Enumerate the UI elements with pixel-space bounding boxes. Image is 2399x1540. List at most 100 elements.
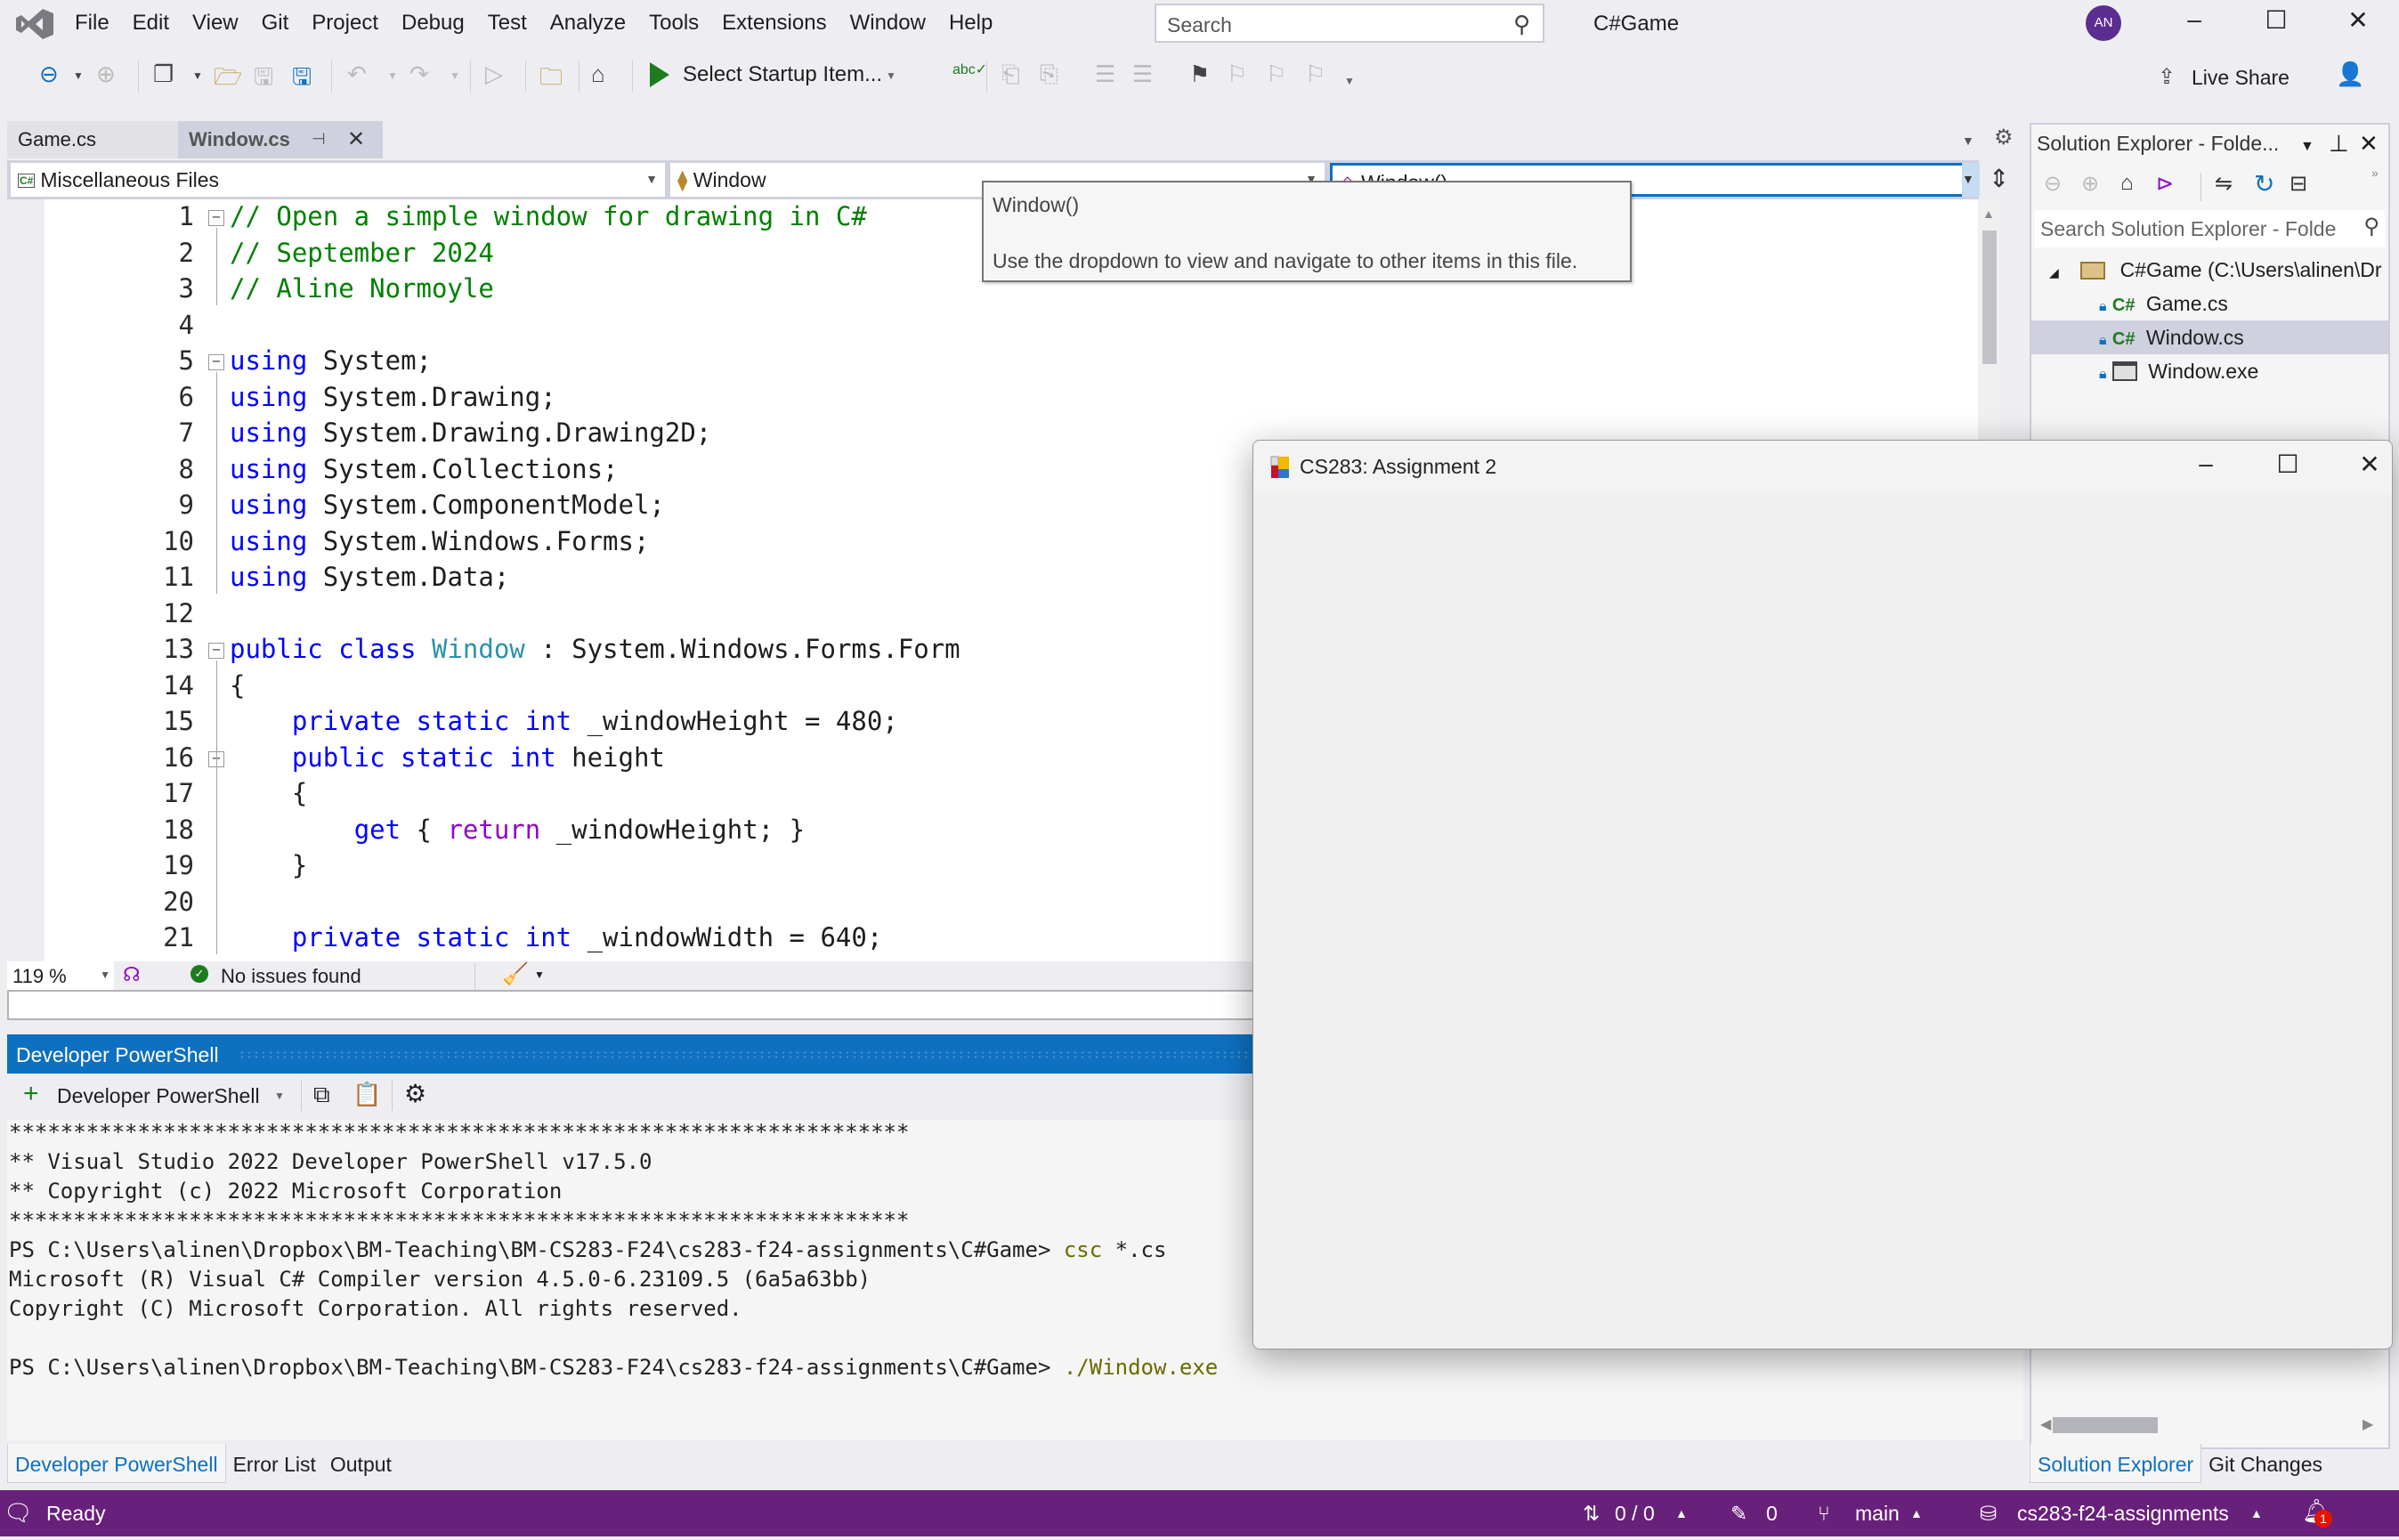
sync-count[interactable]: 0 / 0 — [1615, 1502, 1655, 1526]
user-avatar[interactable]: AN — [2086, 5, 2121, 41]
tree-item-window-cs[interactable]: 🔒︎ C# Window.cs — [2031, 320, 2388, 354]
spell-check-icon[interactable]: abc✓ — [952, 61, 987, 78]
sync-menu-icon[interactable]: ▲ — [1675, 1506, 1688, 1520]
live-share-button[interactable]: Live Share — [2192, 66, 2290, 90]
bookmark-icon[interactable]: ⚑ — [1189, 61, 1210, 88]
comment-icon[interactable]: ⎗ — [1001, 61, 1020, 89]
close-panel-icon[interactable]: ✕ — [2359, 130, 2379, 158]
form-window[interactable]: CS283: Assignment 2 – ☐ ✕ — [1252, 440, 2393, 1350]
save-icon[interactable]: 🖫 — [254, 61, 273, 100]
expand-icon[interactable]: ◢ — [2049, 265, 2059, 280]
tab-window-cs[interactable]: Window.cs ⊣ ✕ — [178, 121, 383, 158]
navigate-forward-icon[interactable]: ⊕ — [96, 61, 116, 88]
navigate-back-icon[interactable]: ⊖ — [39, 61, 59, 88]
paste-icon[interactable]: 📋 — [353, 1081, 381, 1108]
redo-icon[interactable]: ↷ — [409, 61, 429, 88]
menu-view[interactable]: View — [192, 11, 256, 36]
close-button[interactable]: ✕ — [2336, 5, 2380, 35]
undo-icon[interactable]: ↶ — [347, 61, 367, 88]
branch-menu-icon[interactable]: ▲ — [1910, 1506, 1923, 1520]
undo-dropdown-icon[interactable]: ▼ — [387, 69, 398, 82]
scroll-right-icon[interactable]: ▶ — [2363, 1415, 2373, 1433]
clear-bookmarks-icon[interactable]: ⚐ — [1305, 61, 1325, 88]
startup-item-dropdown[interactable]: Select Startup Item... — [683, 62, 882, 87]
collapse-region-icon[interactable]: − — [208, 210, 224, 226]
menu-window[interactable]: Window — [850, 11, 944, 36]
tab-list-dropdown-icon[interactable]: ▼ — [1962, 134, 1974, 148]
menu-project[interactable]: Project — [312, 11, 396, 36]
output-icon[interactable]: 🗨︎ — [4, 1499, 33, 1527]
pending-changes-count[interactable]: 0 — [1766, 1502, 1778, 1526]
tab-output[interactable]: Output — [323, 1444, 399, 1483]
branch-name[interactable]: main — [1855, 1502, 1900, 1526]
tree-item-window-exe[interactable]: 🔒︎ Window.exe — [2031, 354, 2388, 388]
project-dropdown[interactable]: C# Miscellaneous Files ▼ — [11, 163, 665, 197]
overflow-icon[interactable]: » — [2371, 166, 2379, 180]
menu-git[interactable]: Git — [262, 11, 307, 36]
close-tab-icon[interactable]: ✕ — [347, 126, 365, 152]
solution-explorer-horizontal-scrollbar[interactable]: ◀ ▶ — [2037, 1414, 2380, 1440]
zoom-level-dropdown[interactable]: 119 % ▼ — [7, 961, 114, 992]
new-terminal-icon[interactable]: + — [23, 1079, 39, 1109]
start-without-debug-icon[interactable]: ▷ — [485, 61, 503, 88]
new-terminal-button[interactable]: Developer PowerShell — [57, 1084, 260, 1108]
scroll-up-icon[interactable]: ▲ — [1982, 207, 1995, 221]
tree-item-game-cs[interactable]: 🔒︎ C# Game.cs — [2031, 287, 2388, 320]
indent-icon[interactable]: ☰ — [1132, 61, 1153, 88]
scroll-left-icon[interactable]: ◀ — [2040, 1415, 2051, 1433]
issues-status[interactable]: No issues found — [221, 965, 361, 988]
refresh-icon[interactable]: ↻ — [2254, 169, 2274, 199]
repository-name[interactable]: cs283-f24-assignments — [2017, 1502, 2229, 1526]
uncomment-icon[interactable]: ⎘ — [1040, 61, 1058, 89]
split-editor-icon[interactable]: ⇕ — [1989, 164, 2009, 193]
global-search-input[interactable]: Search ⚲ — [1155, 4, 1544, 43]
new-project-icon[interactable]: ❐ — [153, 61, 174, 88]
solution-explorer-search[interactable]: Search Solution Explorer - Folde ⚲ — [2035, 210, 2385, 247]
forward-icon[interactable]: ⊕ — [2081, 171, 2099, 197]
tab-git-changes[interactable]: Git Changes — [2201, 1444, 2330, 1483]
find-in-files-icon[interactable]: 🗀 — [539, 61, 563, 100]
new-dropdown-icon[interactable]: ▼ — [192, 69, 203, 82]
tab-error-list[interactable]: Error List — [226, 1444, 323, 1483]
form-maximize-button[interactable]: ☐ — [2261, 450, 2314, 479]
menu-test[interactable]: Test — [488, 11, 545, 36]
minimize-button[interactable]: – — [2172, 5, 2217, 34]
menu-file[interactable]: File — [75, 11, 127, 36]
form-minimize-button[interactable]: – — [2179, 450, 2233, 478]
scrollbar-thumb[interactable] — [2053, 1417, 2158, 1433]
live-share-icon[interactable]: ⇪ — [2158, 64, 2176, 90]
menu-debug[interactable]: Debug — [401, 11, 482, 36]
pin-icon[interactable]: ⊥ — [2329, 130, 2349, 158]
code-cleanup-icon[interactable]: 🧹 — [502, 961, 529, 987]
outdent-icon[interactable]: ☰ — [1095, 61, 1115, 88]
menu-extensions[interactable]: Extensions — [722, 11, 844, 36]
menu-edit[interactable]: Edit — [133, 11, 187, 36]
sync-with-document-icon[interactable]: ⇋ — [2215, 171, 2233, 197]
collapse-all-icon[interactable]: ⊟ — [2290, 171, 2307, 197]
menu-help[interactable]: Help — [949, 11, 1010, 36]
save-all-icon[interactable]: 🖫 — [292, 61, 312, 100]
collapse-region-icon[interactable]: − — [208, 354, 224, 370]
feedback-icon[interactable]: 👤 — [2336, 61, 2364, 88]
cleanup-dropdown-icon[interactable]: ▼ — [534, 969, 545, 981]
redo-dropdown-icon[interactable]: ▼ — [450, 69, 460, 82]
toolbar-overflow-icon[interactable]: ▼ — [1344, 75, 1355, 87]
back-icon[interactable]: ⊖ — [2044, 171, 2062, 197]
browser-home-icon[interactable]: ⌂ — [591, 61, 605, 88]
next-bookmark-icon[interactable]: ⚐ — [1266, 61, 1286, 88]
start-icon[interactable] — [650, 62, 669, 87]
form-title-bar[interactable]: CS283: Assignment 2 – ☐ ✕ — [1253, 441, 2392, 494]
member-dropdown-arrow[interactable]: ▼ — [1962, 163, 1980, 197]
open-folder-icon[interactable]: 🗁 — [214, 61, 242, 100]
menu-analyze[interactable]: Analyze — [550, 11, 644, 36]
settings-gear-icon[interactable]: ⚙ — [1994, 125, 2014, 150]
intellicode-icon[interactable]: ☊ — [123, 963, 141, 986]
tree-root-folder[interactable]: ◢ C#Game (C:\Users\alinen\Dr — [2031, 253, 2388, 287]
form-client-area[interactable] — [1253, 494, 2392, 1349]
startup-dropdown-icon[interactable]: ▼ — [886, 69, 896, 82]
window-position-dropdown-icon[interactable]: ▼ — [2300, 139, 2314, 155]
maximize-button[interactable]: ☐ — [2254, 5, 2298, 35]
terminal-settings-icon[interactable]: ⚙ — [404, 1079, 426, 1108]
tab-developer-powershell[interactable]: Developer PowerShell — [7, 1444, 226, 1483]
switch-views-icon[interactable]: ⊳ — [2156, 171, 2174, 197]
